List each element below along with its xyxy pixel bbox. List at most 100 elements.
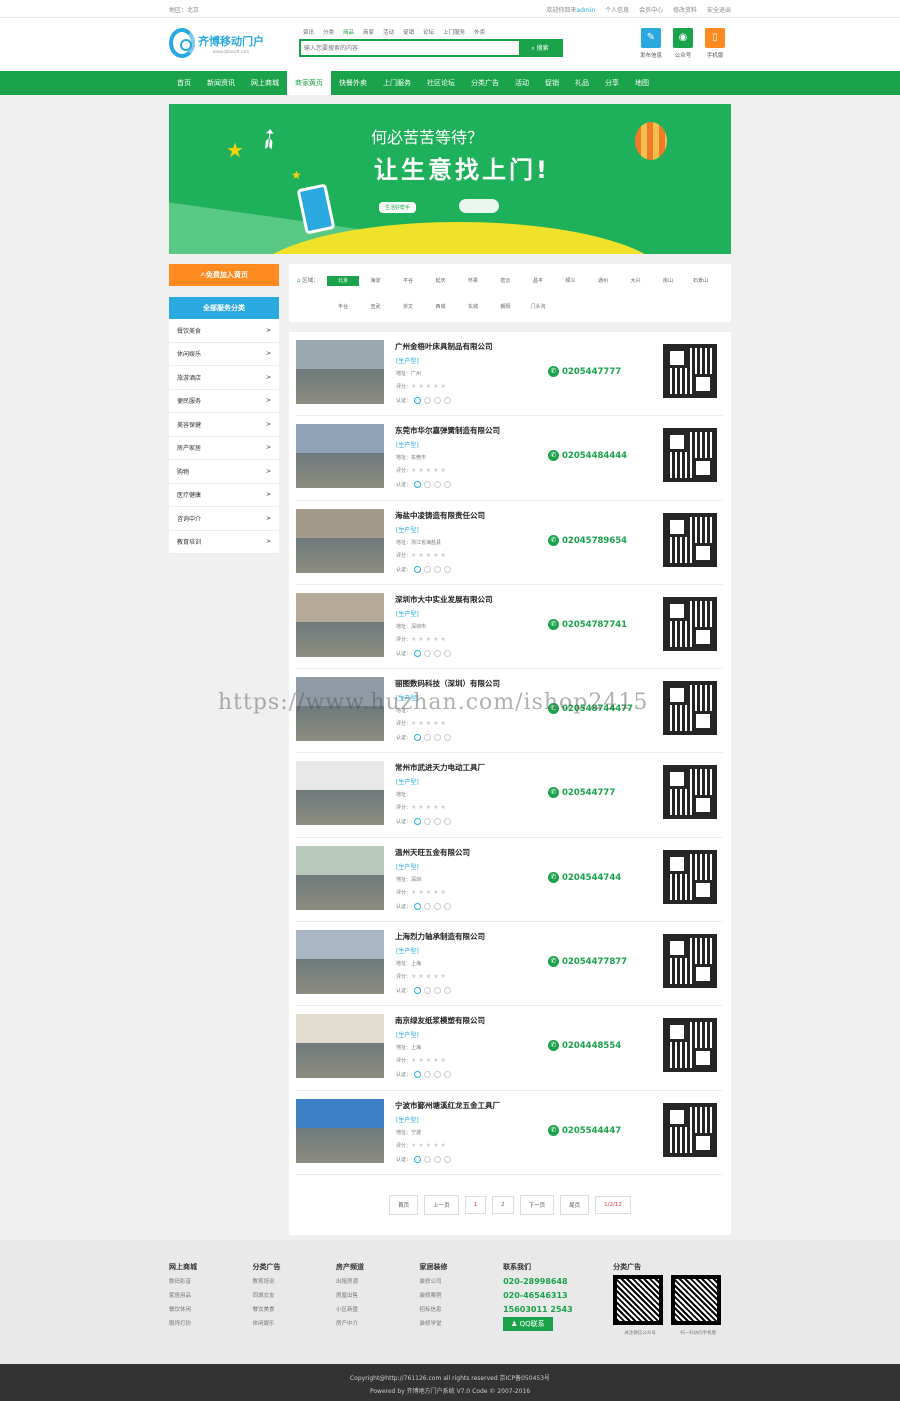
page-link-2[interactable]: 1 bbox=[464, 1195, 487, 1214]
search-cat[interactable]: 外卖 bbox=[474, 28, 485, 36]
region-option[interactable]: 门头沟 bbox=[522, 302, 555, 320]
company-photo[interactable] bbox=[296, 845, 384, 910]
company-name[interactable]: 海盐中凌铸造有限责任公司 bbox=[395, 510, 485, 521]
nav-item-0[interactable]: 首页 bbox=[169, 71, 199, 95]
company-name[interactable]: 广州金梧叶床具制品有限公司 bbox=[395, 341, 493, 352]
region-option[interactable]: 宣武 bbox=[359, 302, 392, 320]
nav-item-3[interactable]: 商家黄页 bbox=[287, 71, 331, 95]
nav-item-11[interactable]: 分享 bbox=[597, 71, 627, 95]
company-name[interactable]: 丽图数码科技（深圳）有限公司 bbox=[395, 678, 500, 689]
region-option[interactable]: 丰台 bbox=[327, 302, 360, 320]
footer-link[interactable]: 餐饮休闲 bbox=[169, 1303, 253, 1317]
region-option[interactable]: 怀柔 bbox=[457, 276, 490, 294]
footer-link[interactable]: 装修公司 bbox=[420, 1275, 504, 1289]
join-yellowpages-button[interactable]: ✍免费加入黄页 bbox=[169, 264, 279, 286]
category-item[interactable]: 美容保健 > bbox=[169, 413, 279, 437]
company-name[interactable]: 南京绿友纸浆模塑有限公司 bbox=[395, 1015, 485, 1026]
footer-link[interactable]: 餐饮美食 bbox=[253, 1303, 337, 1317]
category-item[interactable]: 医疗健康 > bbox=[169, 484, 279, 507]
category-item[interactable]: 教育培训 > bbox=[169, 531, 279, 554]
region-option[interactable]: 昌平 bbox=[522, 276, 555, 294]
search-cat[interactable]: 论坛 bbox=[423, 28, 434, 36]
member-center-link[interactable]: 会员中心 bbox=[639, 7, 663, 14]
company-photo[interactable] bbox=[296, 761, 384, 826]
category-item[interactable]: 餐饮美食 > bbox=[169, 319, 279, 343]
company-photo[interactable] bbox=[296, 508, 384, 573]
company-name[interactable]: 上海烈力轴承制造有限公司 bbox=[395, 931, 485, 942]
category-item[interactable]: 咨询中介 > bbox=[169, 507, 279, 531]
region-option[interactable]: 西城 bbox=[424, 302, 457, 320]
search-cat[interactable]: 上门服务 bbox=[443, 28, 465, 36]
footer-link[interactable]: 服饰打扮 bbox=[169, 1317, 253, 1331]
region-option[interactable]: 延庆 bbox=[424, 276, 457, 294]
search-cat[interactable]: 分类 bbox=[323, 28, 334, 36]
banner-button[interactable]: 生活好帮手 bbox=[379, 202, 417, 213]
page-link-1[interactable]: 上一页 bbox=[424, 1194, 459, 1215]
site-logo[interactable]: 齐博移动门户 www.qibosoft.com bbox=[169, 28, 264, 58]
company-photo[interactable] bbox=[296, 424, 384, 489]
company-photo[interactable] bbox=[296, 592, 384, 657]
footer-link[interactable]: 装修学堂 bbox=[420, 1317, 504, 1331]
region-option[interactable]: 海淀 bbox=[359, 276, 392, 294]
publish-button[interactable]: ✎ 发布信息 bbox=[635, 28, 667, 59]
category-item[interactable]: 房产家居 > bbox=[169, 437, 279, 460]
qq-contact-button[interactable]: ♟ QQ联系 bbox=[503, 1317, 553, 1331]
footer-link[interactable]: 数码影音 bbox=[169, 1275, 253, 1289]
company-photo[interactable] bbox=[296, 930, 384, 995]
nav-item-9[interactable]: 促销 bbox=[537, 71, 567, 95]
search-cat[interactable]: 活动 bbox=[383, 28, 394, 36]
category-item[interactable]: 旅游酒店 > bbox=[169, 366, 279, 390]
page-link-0[interactable]: 首页 bbox=[389, 1194, 419, 1215]
footer-link[interactable]: 房屋出售 bbox=[336, 1289, 420, 1303]
region-option[interactable]: 朝阳 bbox=[489, 302, 522, 320]
search-cat[interactable]: 商家 bbox=[363, 28, 374, 36]
footer-link[interactable]: 小区新盘 bbox=[336, 1303, 420, 1317]
nav-item-5[interactable]: 上门服务 bbox=[375, 71, 419, 95]
region-option[interactable]: 通州 bbox=[587, 276, 620, 294]
company-photo[interactable] bbox=[296, 1014, 384, 1079]
logout-link[interactable]: 安全退出 bbox=[707, 7, 731, 14]
page-link-4[interactable]: 下一页 bbox=[519, 1194, 555, 1215]
page-link-6[interactable]: 1/2/12 bbox=[595, 1195, 631, 1214]
region-option[interactable]: 北京 bbox=[326, 276, 360, 286]
company-photo[interactable] bbox=[296, 340, 384, 404]
company-photo[interactable] bbox=[296, 1098, 384, 1163]
footer-link[interactable]: 同城交友 bbox=[253, 1289, 337, 1303]
nav-item-8[interactable]: 活动 bbox=[507, 71, 537, 95]
category-item[interactable]: 购物 > bbox=[169, 460, 279, 484]
footer-link[interactable]: 休闲娱乐 bbox=[253, 1317, 337, 1331]
footer-link[interactable]: 装修案例 bbox=[420, 1289, 504, 1303]
footer-link[interactable]: 出租房源 bbox=[336, 1275, 420, 1289]
search-button[interactable]: ⌕ 搜索 bbox=[519, 41, 561, 55]
profile-link[interactable]: 个人信息 bbox=[605, 7, 629, 14]
footer-link[interactable]: 房产中介 bbox=[336, 1317, 420, 1331]
nav-item-1[interactable]: 新闻资讯 bbox=[199, 71, 243, 95]
page-link-3[interactable]: 2 bbox=[492, 1195, 514, 1214]
region-option[interactable]: 东城 bbox=[457, 302, 490, 320]
nav-item-10[interactable]: 礼品 bbox=[567, 71, 597, 95]
company-name[interactable]: 常州市武进天力电动工具厂 bbox=[395, 762, 485, 773]
wechat-button[interactable]: ◉ 公众号 bbox=[667, 28, 699, 59]
nav-item-2[interactable]: 网上商城 bbox=[243, 71, 287, 95]
nav-item-4[interactable]: 快餐外卖 bbox=[331, 71, 375, 95]
nav-item-12[interactable]: 地图 bbox=[627, 71, 657, 95]
nav-item-7[interactable]: 分类广告 bbox=[463, 71, 507, 95]
region-option[interactable]: 石景山 bbox=[684, 276, 717, 294]
nav-item-6[interactable]: 社区论坛 bbox=[419, 71, 463, 95]
page-link-5[interactable]: 尾页 bbox=[560, 1194, 590, 1215]
company-name[interactable]: 东莞市华尔嘉弹簧制造有限公司 bbox=[395, 425, 500, 436]
search-input[interactable] bbox=[301, 41, 519, 55]
region-option[interactable]: 密云 bbox=[489, 276, 522, 294]
region-option[interactable]: 大兴 bbox=[619, 276, 652, 294]
search-cat-active[interactable]: 商品 bbox=[343, 28, 354, 36]
footer-link[interactable]: 家居用品 bbox=[169, 1289, 253, 1303]
search-cat[interactable]: 资讯 bbox=[303, 28, 314, 36]
banner[interactable]: ★ ★ ➶ 何必苦苦等待？ 让生意找上门! 生活好帮手 bbox=[169, 104, 731, 254]
username-link[interactable]: admin bbox=[576, 7, 595, 14]
region-option[interactable]: 房山 bbox=[652, 276, 685, 294]
footer-link[interactable]: 招标信息 bbox=[420, 1303, 504, 1317]
company-name[interactable]: 深圳市大中实业发展有限公司 bbox=[395, 594, 493, 605]
category-item[interactable]: 便民服务 > bbox=[169, 390, 279, 413]
footer-link[interactable]: 教育培训 bbox=[253, 1275, 337, 1289]
mobile-button[interactable]: ▯ 手机版 bbox=[699, 28, 731, 59]
